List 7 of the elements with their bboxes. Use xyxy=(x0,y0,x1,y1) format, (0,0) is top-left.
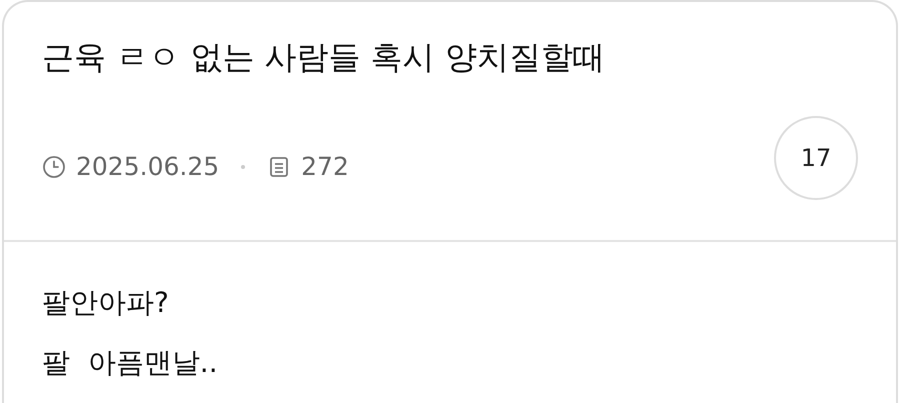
view-count: 272 xyxy=(301,152,349,181)
clock-icon xyxy=(42,154,66,178)
post-date: 2025.06.25 xyxy=(76,152,220,181)
post-text: 팔 아픔맨날.. xyxy=(42,345,218,381)
post-title: 근육 ㄹㅇ 없는 사람들 혹시 양치질할때 xyxy=(42,37,605,78)
post-text: 팔안아파? xyxy=(42,285,169,321)
comment-count[interactable]: 17 xyxy=(774,116,858,200)
